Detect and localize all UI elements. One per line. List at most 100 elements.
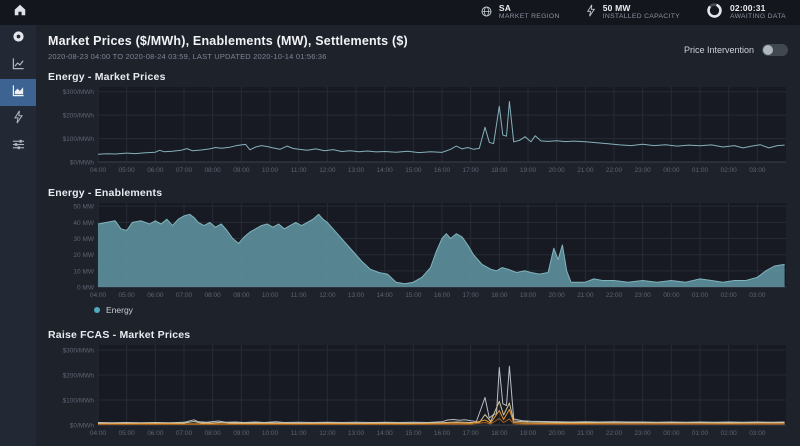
svg-text:06:00: 06:00 xyxy=(147,167,164,174)
svg-text:19:00: 19:00 xyxy=(520,430,537,437)
svg-text:14:00: 14:00 xyxy=(377,292,394,299)
svg-text:10:00: 10:00 xyxy=(262,167,279,174)
chart-title: Raise FCAS - Market Prices xyxy=(48,329,788,341)
svg-text:12:00: 12:00 xyxy=(319,292,336,299)
page-header: Market Prices ($/MWh), Enablements (MW),… xyxy=(48,34,788,61)
svg-text:23:00: 23:00 xyxy=(635,292,652,299)
svg-text:07:00: 07:00 xyxy=(176,292,193,299)
svg-text:13:00: 13:00 xyxy=(348,430,365,437)
topbar-status-group: SA MARKET REGION 50 MW INSTALLED CAPACIT… xyxy=(481,2,786,24)
status-installed-capacity: 50 MW INSTALLED CAPACITY xyxy=(586,4,680,22)
chart-raise-fcas-market-prices: Raise FCAS - Market Prices 04:00 05:00 06:… xyxy=(48,329,788,438)
svg-text:20:00: 20:00 xyxy=(549,430,566,437)
svg-text:12:00: 12:00 xyxy=(319,167,336,174)
page-title: Market Prices ($/MWh), Enablements (MW),… xyxy=(48,34,408,48)
sidebar-item-target[interactable] xyxy=(0,25,36,52)
svg-text:01:00: 01:00 xyxy=(692,167,709,174)
price-intervention-toggle[interactable] xyxy=(762,44,788,56)
svg-text:23:00: 23:00 xyxy=(635,167,652,174)
svg-text:18:00: 18:00 xyxy=(491,167,508,174)
svg-text:20:00: 20:00 xyxy=(549,292,566,299)
energy-market-prices-plot: 04:0005:0006:0007:0008:0009:0010:0011:00… xyxy=(48,87,788,175)
sidebar-item-bolt[interactable] xyxy=(0,106,36,133)
svg-text:$100/MWh: $100/MWh xyxy=(63,136,95,143)
globe-icon xyxy=(481,4,492,22)
svg-text:13:00: 13:00 xyxy=(348,167,365,174)
svg-text:12:00: 12:00 xyxy=(319,430,336,437)
app-window: SA MARKET REGION 50 MW INSTALLED CAPACIT… xyxy=(0,0,800,446)
legend-label: Energy xyxy=(106,305,133,315)
legend-dot xyxy=(94,307,100,313)
svg-text:04:00: 04:00 xyxy=(90,292,107,299)
svg-text:40 MW: 40 MW xyxy=(73,220,94,227)
svg-text:07:00: 07:00 xyxy=(176,430,193,437)
market-region-value: SA xyxy=(499,4,560,14)
chart-title: Energy - Market Prices xyxy=(48,71,788,83)
svg-text:11:00: 11:00 xyxy=(291,292,307,299)
line-chart-icon xyxy=(12,57,25,75)
bolt-icon xyxy=(13,110,24,129)
svg-text:08:00: 08:00 xyxy=(205,167,222,174)
svg-text:00:00: 00:00 xyxy=(663,292,680,299)
installed-capacity-value: 50 MW xyxy=(603,4,680,14)
svg-text:$0/MWh: $0/MWh xyxy=(70,423,95,430)
svg-text:05:00: 05:00 xyxy=(119,292,136,299)
svg-text:0 MW: 0 MW xyxy=(77,285,95,292)
installed-capacity-label: INSTALLED CAPACITY xyxy=(603,13,680,21)
svg-text:15:00: 15:00 xyxy=(405,292,422,299)
area-chart-icon xyxy=(12,84,25,102)
svg-text:$0/MWh: $0/MWh xyxy=(70,160,95,167)
main-content: Market Prices ($/MWh), Enablements (MW),… xyxy=(36,25,800,446)
svg-text:16:00: 16:00 xyxy=(434,430,451,437)
svg-text:11:00: 11:00 xyxy=(291,167,307,174)
svg-text:16:00: 16:00 xyxy=(434,167,451,174)
svg-text:09:00: 09:00 xyxy=(233,292,250,299)
sidebar-item-area-chart[interactable] xyxy=(0,79,36,106)
target-icon xyxy=(12,30,25,48)
svg-text:$100/MWh: $100/MWh xyxy=(63,398,95,405)
svg-text:03:00: 03:00 xyxy=(749,292,766,299)
svg-text:22:00: 22:00 xyxy=(606,292,623,299)
topbar: SA MARKET REGION 50 MW INSTALLED CAPACIT… xyxy=(0,0,800,25)
svg-text:15:00: 15:00 xyxy=(405,430,422,437)
market-region-label: MARKET REGION xyxy=(499,13,560,21)
energy-enablements-plot: 04:0005:0006:0007:0008:0009:0010:0011:00… xyxy=(48,203,788,300)
home-icon xyxy=(13,3,27,22)
spinner-icon xyxy=(706,2,723,24)
status-market-region: SA MARKET REGION xyxy=(481,4,560,22)
svg-text:$300/MWh: $300/MWh xyxy=(63,89,95,96)
svg-text:05:00: 05:00 xyxy=(119,430,136,437)
chart-energy-market-prices: Energy - Market Prices 04:0005:0006:0007… xyxy=(48,71,788,175)
svg-text:02:00: 02:00 xyxy=(721,167,738,174)
svg-text:50 MW: 50 MW xyxy=(73,204,94,211)
svg-text:19:00: 19:00 xyxy=(520,292,537,299)
bolt-icon xyxy=(586,4,596,22)
svg-text:30 MW: 30 MW xyxy=(73,236,94,243)
svg-text:17:00: 17:00 xyxy=(463,167,480,174)
svg-text:03:00: 03:00 xyxy=(749,430,766,437)
svg-text:21:00: 21:00 xyxy=(577,167,594,174)
sidebar-item-sliders[interactable] xyxy=(0,133,36,160)
svg-text:07:00: 07:00 xyxy=(176,167,193,174)
svg-text:00:00: 00:00 xyxy=(663,430,680,437)
svg-text:08:00: 08:00 xyxy=(205,430,222,437)
svg-text:14:00: 14:00 xyxy=(377,167,394,174)
svg-text:17:00: 17:00 xyxy=(463,292,480,299)
svg-text:08:00: 08:00 xyxy=(205,292,222,299)
toggle-knob xyxy=(763,45,773,55)
sidebar-item-line-chart[interactable] xyxy=(0,52,36,79)
svg-text:06:00: 06:00 xyxy=(147,430,164,437)
svg-text:01:00: 01:00 xyxy=(692,430,709,437)
svg-text:22:00: 22:00 xyxy=(606,167,623,174)
svg-text:21:00: 21:00 xyxy=(577,292,594,299)
svg-text:19:00: 19:00 xyxy=(520,167,537,174)
svg-text:01:00: 01:00 xyxy=(692,292,709,299)
page-subtitle: 2020-08-23 04:00 TO 2020-08-24 03:59, LA… xyxy=(48,52,408,61)
svg-text:23:00: 23:00 xyxy=(635,430,652,437)
svg-text:04:00: 04:00 xyxy=(90,430,107,437)
svg-text:14:00: 14:00 xyxy=(377,430,394,437)
svg-text:20 MW: 20 MW xyxy=(73,252,94,259)
svg-text:18:00: 18:00 xyxy=(491,292,508,299)
svg-text:03:00: 03:00 xyxy=(749,167,766,174)
home-button[interactable] xyxy=(10,3,30,23)
